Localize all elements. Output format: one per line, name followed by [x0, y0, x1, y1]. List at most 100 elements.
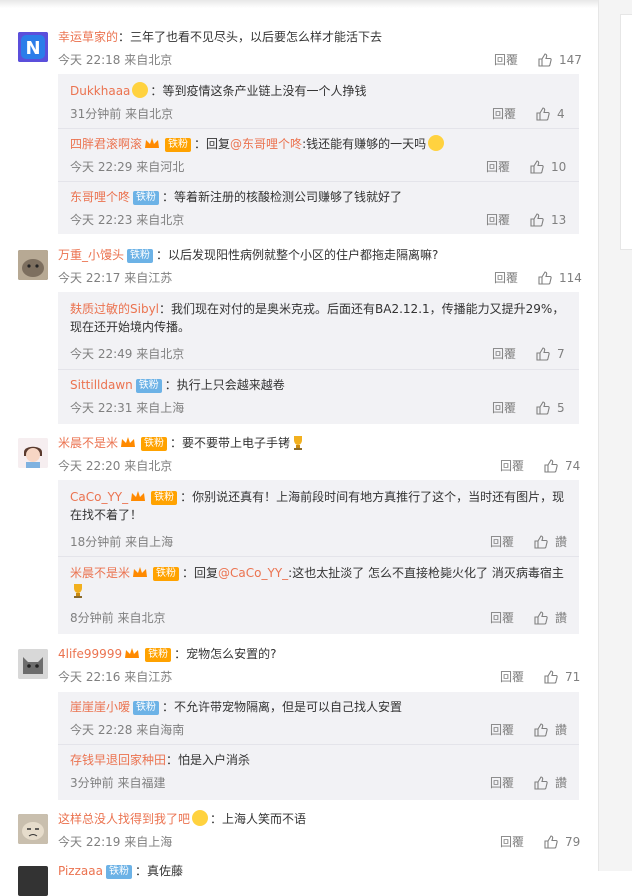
comment-meta: 今天 22:20 来自北京: [58, 459, 173, 473]
face-emoji-icon: [132, 82, 149, 98]
like-label: 讚: [555, 611, 568, 625]
mention-link[interactable]: @东哥哩个咚: [230, 137, 302, 151]
avatar[interactable]: [18, 438, 48, 468]
like-button[interactable]: 79: [544, 834, 580, 850]
face-emoji-icon: [192, 810, 209, 826]
reply-meta: 今天 22:23 来自北京: [70, 213, 185, 227]
like-button[interactable]: 7: [536, 346, 565, 362]
reply-prefix: 回复: [206, 137, 231, 151]
reply-list: Dukkhaaa ：等到疫情这条产业链上没有一个人挣钱 31分钟前 来自北京 回覆…: [58, 74, 579, 234]
reply-button[interactable]: 回覆: [500, 669, 524, 685]
like-button[interactable]: 5: [536, 400, 565, 416]
reply-username[interactable]: 崖崖崖小嗳: [70, 700, 130, 714]
comment-username[interactable]: 4life99999: [58, 647, 122, 661]
reply-username[interactable]: 存钱早退回家种田: [70, 753, 166, 767]
like-button[interactable]: 讚: [534, 775, 567, 791]
crown-icon: [144, 136, 160, 150]
thumbs-up-icon: [536, 347, 550, 361]
comment-meta: 今天 22:16 来自江苏: [58, 670, 173, 684]
fan-badge[interactable]: 铁粉: [133, 701, 160, 715]
reply-button[interactable]: 回覆: [494, 270, 518, 286]
fan-badge[interactable]: 铁粉: [145, 648, 172, 662]
avatar[interactable]: [18, 649, 48, 679]
reply-button[interactable]: 回覆: [490, 722, 514, 738]
reply-button[interactable]: 回覆: [500, 834, 524, 850]
reply-username[interactable]: 四胖君滚啊滚: [70, 137, 142, 151]
divider: [58, 181, 579, 182]
like-count: 10: [551, 160, 567, 174]
reply-button[interactable]: 回覆: [490, 534, 514, 550]
reply-button[interactable]: 回覆: [486, 159, 510, 175]
reply-username[interactable]: 麸质过敏的Sibyl: [70, 302, 159, 316]
reply-list: 麸质过敏的Sibyl：我们现在对付的是奥米克戎。后面还有BA2.12.1，传播能…: [58, 292, 579, 424]
fan-badge[interactable]: 铁粉: [165, 138, 192, 152]
thumbs-up-icon: [530, 160, 544, 174]
reply-meta: 今天 22:31 来自上海: [70, 401, 185, 415]
divider: [58, 128, 579, 129]
thumbs-up-icon: [544, 459, 558, 473]
svg-text:N: N: [25, 38, 40, 59]
thumbs-up-icon: [530, 213, 544, 227]
comment-username[interactable]: 万重_小馒头: [58, 248, 124, 262]
comment-username[interactable]: Pizzaaa: [58, 864, 103, 878]
like-button[interactable]: 讚: [534, 610, 567, 626]
thumbs-up-icon: [534, 776, 548, 790]
avatar[interactable]: [18, 814, 48, 844]
reply-meta: 今天 22:29 来自河北: [70, 160, 185, 174]
top-fade: [0, 0, 598, 8]
comment-username[interactable]: 幸运草家的: [58, 30, 118, 44]
like-button[interactable]: 10: [530, 159, 566, 175]
mention-link[interactable]: @CaCo_YY_: [218, 566, 288, 580]
reply-button[interactable]: 回覆: [492, 106, 516, 122]
reply-username[interactable]: 东哥哩个咚: [70, 190, 130, 204]
reply-button[interactable]: 回覆: [486, 212, 510, 228]
comment-text: 宠物怎么安置的?: [186, 647, 277, 661]
comment-text: 上海人笑而不语: [222, 812, 307, 826]
reply-button[interactable]: 回覆: [492, 346, 516, 362]
reply-meta: 今天 22:28 来自海南: [70, 723, 185, 737]
fan-badge[interactable]: 铁粉: [153, 567, 180, 581]
reply-list: CaCo_YY_ 铁粉 ：你别说还真有！上海前段时间有地方真推行了这个，当时还有图片…: [58, 480, 579, 634]
like-button[interactable]: 74: [544, 458, 580, 474]
reply-text: 等着新注册的核酸检测公司赚够了钱就好了: [174, 190, 403, 204]
like-button[interactable]: 114: [538, 270, 582, 286]
comment-username[interactable]: 米晨不是米: [58, 436, 118, 450]
fan-badge[interactable]: 铁粉: [133, 191, 160, 205]
like-count: 4: [557, 107, 565, 121]
crown-icon: [130, 489, 146, 503]
crown-icon: [124, 646, 140, 660]
like-count: 74: [565, 459, 581, 473]
reply-button[interactable]: 回覆: [490, 610, 514, 626]
like-button[interactable]: 讚: [534, 722, 567, 738]
comment-username[interactable]: 这样总没人找得到我了吧: [58, 812, 190, 826]
reply-button[interactable]: 回覆: [494, 52, 518, 68]
fan-badge[interactable]: 铁粉: [135, 379, 162, 393]
like-button[interactable]: 13: [530, 212, 566, 228]
cartoon-avatar-icon: [18, 438, 48, 468]
fan-badge[interactable]: 铁粉: [105, 865, 132, 879]
like-label: 讚: [555, 535, 568, 549]
like-button[interactable]: 71: [544, 669, 580, 685]
like-button[interactable]: 4: [536, 106, 565, 122]
like-button[interactable]: 讚: [534, 534, 567, 550]
avatar[interactable]: [18, 250, 48, 280]
fan-badge[interactable]: 铁粉: [141, 437, 168, 451]
thumbs-up-icon: [536, 107, 550, 121]
thumbs-up-icon: [536, 401, 550, 415]
like-count: 147: [559, 53, 582, 67]
app-logo-icon: N: [18, 32, 48, 62]
fan-badge[interactable]: 铁粉: [151, 491, 178, 505]
reply-username[interactable]: Dukkhaaa: [70, 84, 130, 98]
like-count: 71: [565, 670, 581, 684]
reply-username[interactable]: CaCo_YY_: [70, 490, 128, 504]
reply-username[interactable]: 米晨不是米: [70, 566, 130, 580]
avatar[interactable]: N: [18, 32, 48, 62]
thumbs-up-icon: [544, 670, 558, 684]
reply-button[interactable]: 回覆: [492, 400, 516, 416]
fan-badge[interactable]: 铁粉: [127, 249, 154, 263]
like-button[interactable]: 147: [538, 52, 582, 68]
reply-button[interactable]: 回覆: [500, 458, 524, 474]
reply-button[interactable]: 回覆: [490, 775, 514, 791]
reply-list: 崖崖崖小嗳 铁粉 ：不允许带宠物隔离，但是可以自己找人安置 今天 22:28 来自海…: [58, 692, 579, 800]
reply-username[interactable]: Sittilldawn: [70, 378, 133, 392]
